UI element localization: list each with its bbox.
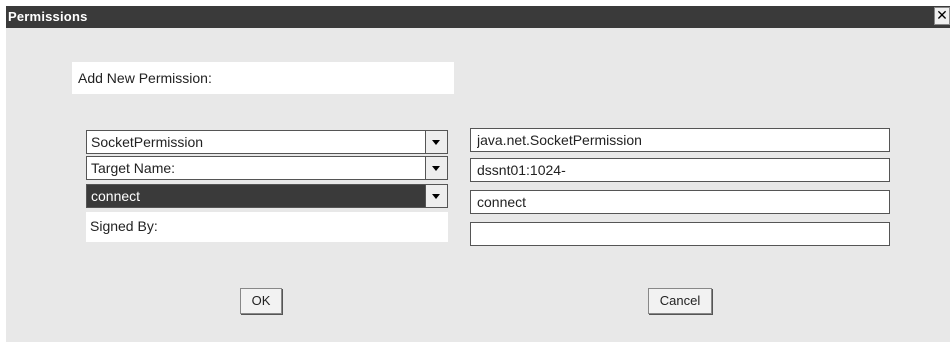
target-name-dropdown[interactable]: Target Name:: [86, 156, 448, 180]
target-name-dropdown-button[interactable]: [425, 157, 447, 179]
window-title: Permissions: [8, 9, 88, 24]
title-bar[interactable]: Permissions ✕: [6, 6, 950, 28]
signed-by-label-box: Signed By:: [86, 212, 448, 242]
permissions-dialog: Permissions ✕ Add New Permission: Socket…: [6, 6, 950, 342]
close-button[interactable]: ✕: [934, 7, 950, 25]
actions-dropdown-button[interactable]: [425, 185, 447, 207]
permission-type-dropdown-button[interactable]: [425, 131, 447, 153]
actions-dropdown[interactable]: connect: [86, 184, 448, 208]
actions-value: connect: [91, 188, 141, 204]
permission-type-value: SocketPermission: [91, 134, 204, 150]
ok-button[interactable]: OK: [240, 288, 282, 314]
signed-by-label: Signed By:: [90, 218, 158, 234]
signed-by-field[interactable]: [470, 222, 890, 246]
target-name-field[interactable]: [470, 158, 890, 182]
close-icon: ✕: [936, 8, 948, 24]
permission-type-dropdown[interactable]: SocketPermission: [86, 130, 448, 154]
cancel-button[interactable]: Cancel: [648, 288, 712, 314]
chevron-down-icon: [432, 166, 440, 171]
target-name-value: Target Name:: [91, 160, 176, 176]
cancel-button-label: Cancel: [659, 293, 701, 308]
actions-field[interactable]: [470, 190, 890, 214]
ok-button-label: OK: [251, 293, 271, 308]
permission-class-field[interactable]: [470, 128, 890, 152]
chevron-down-icon: [432, 194, 440, 199]
chevron-down-icon: [432, 140, 440, 145]
add-new-permission-label: Add New Permission:: [72, 62, 454, 94]
section-label: Add New Permission:: [78, 70, 212, 86]
